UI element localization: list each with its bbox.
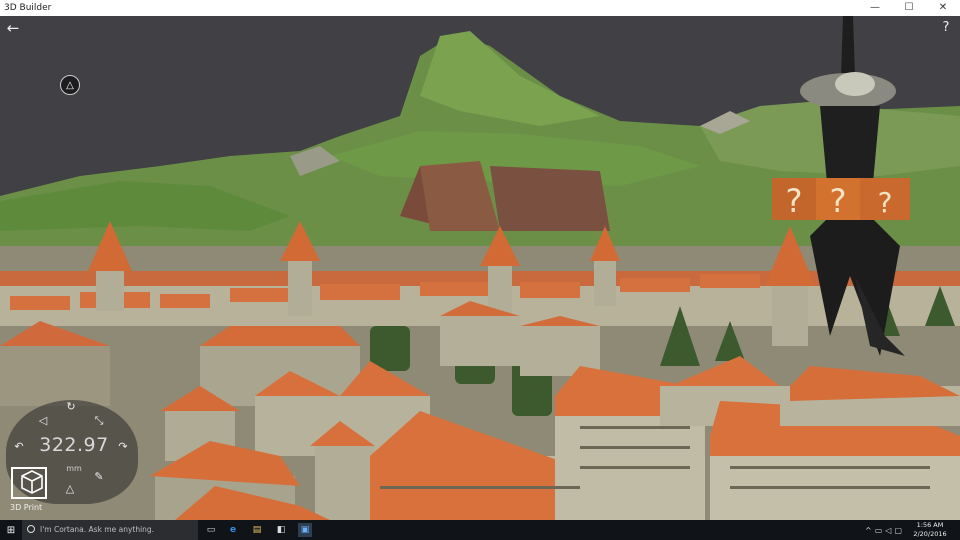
3d-print-button[interactable] bbox=[8, 464, 48, 500]
size-value[interactable]: 322.97 bbox=[36, 434, 112, 456]
window-title: 3D Builder bbox=[4, 3, 52, 13]
window-controls: — ☐ ✕ bbox=[858, 0, 960, 16]
notification-icon[interactable]: ▢ bbox=[894, 526, 902, 535]
clock[interactable]: 1:56 AM 2/20/2016 bbox=[908, 521, 952, 539]
rotate-icon[interactable]: ↻ bbox=[64, 400, 78, 414]
store-icon[interactable]: ◧ bbox=[274, 523, 288, 537]
3d-builder-taskbar-icon[interactable]: ▣ bbox=[298, 523, 312, 537]
close-icon[interactable]: ✕ bbox=[926, 0, 960, 16]
chevron-up-icon[interactable]: ^ bbox=[865, 526, 872, 535]
network-icon[interactable]: ▭ bbox=[875, 526, 883, 535]
cortana-placeholder: I'm Cortana. Ask me anything. bbox=[40, 525, 155, 534]
scale-icon[interactable]: ⤡ bbox=[92, 414, 106, 428]
svg-text:?: ? bbox=[830, 182, 847, 220]
edit-icon[interactable]: ✎ bbox=[92, 470, 106, 484]
size-unit: mm bbox=[66, 464, 82, 473]
maximize-icon[interactable]: ☐ bbox=[892, 0, 926, 16]
svg-text:?: ? bbox=[786, 182, 803, 220]
3d-viewport[interactable]: ? ? ? bbox=[0, 16, 960, 520]
3d-print-icon bbox=[11, 467, 47, 499]
start-button[interactable]: ⊞ bbox=[0, 520, 22, 540]
undo-icon[interactable]: ↶ bbox=[12, 440, 26, 454]
edge-icon[interactable]: e bbox=[226, 523, 240, 537]
system-tray: ^ ▭ ◁ ▢ bbox=[862, 520, 902, 540]
scene-render[interactable]: ? ? ? bbox=[0, 16, 960, 520]
help-icon[interactable]: ? bbox=[938, 19, 954, 37]
file-explorer-icon[interactable]: ▤ bbox=[250, 523, 264, 537]
volume-icon[interactable]: ◁ bbox=[885, 526, 891, 535]
3d-print-label[interactable]: 3D Print bbox=[10, 503, 42, 512]
move-up-icon[interactable]: △ bbox=[63, 482, 77, 496]
back-arrow-icon[interactable]: ← bbox=[4, 19, 22, 37]
task-view-icon[interactable]: ▭ bbox=[204, 523, 218, 537]
svg-text:?: ? bbox=[878, 186, 893, 219]
cortana-search-box[interactable]: I'm Cortana. Ask me anything. bbox=[22, 520, 198, 540]
clock-time: 1:56 AM bbox=[916, 521, 944, 529]
minimize-icon[interactable]: — bbox=[858, 0, 892, 16]
title-bar: 3D Builder — ☐ ✕ bbox=[0, 0, 960, 16]
clock-date: 2/20/2016 bbox=[913, 530, 947, 538]
cortana-icon bbox=[27, 525, 35, 533]
redo-icon[interactable]: ↷ bbox=[116, 440, 130, 454]
taskbar: ⊞ I'm Cortana. Ask me anything. ▭ e ▤ ◧ … bbox=[0, 520, 960, 540]
navigation-mode-icon[interactable]: △ bbox=[60, 75, 80, 95]
left-arrow-icon[interactable]: ◁ bbox=[36, 414, 50, 428]
